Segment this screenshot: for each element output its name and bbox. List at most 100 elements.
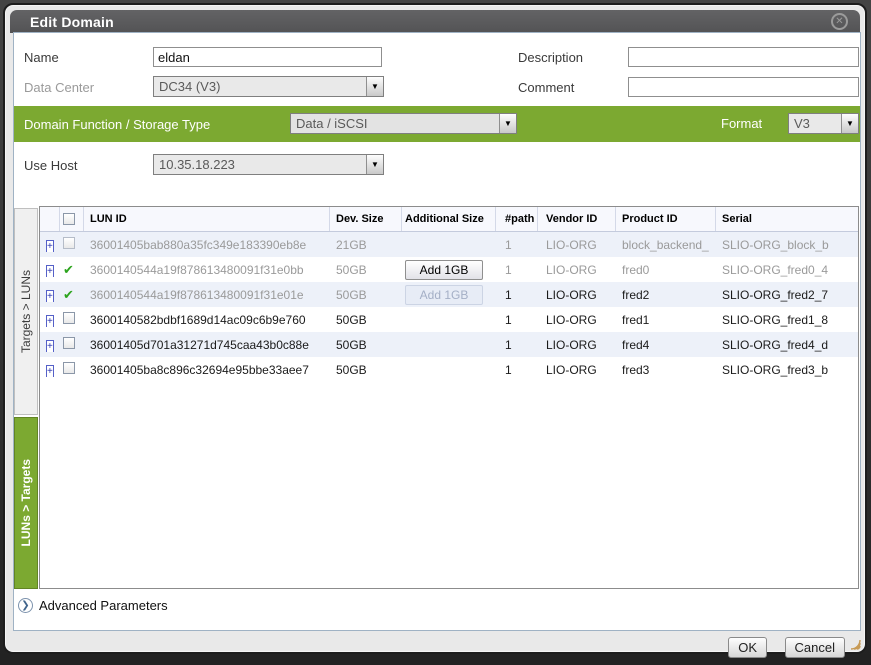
row-checkbox[interactable]: [63, 312, 75, 324]
lun-id-cell: 36001405bab880a35fc349e183390eb8e: [84, 238, 330, 252]
serial-cell: SLIO-ORG_fred3_b: [716, 363, 859, 377]
serial-cell: SLIO-ORG_fred2_7: [716, 288, 859, 302]
table-row[interactable]: + 3600140582bdbf1689d14ac09c6b9e760 50GB…: [40, 307, 858, 332]
expand-arrow-icon: ❯: [18, 598, 33, 613]
attached-check-icon: ✔: [63, 262, 74, 277]
col-dev-size: Dev. Size: [330, 207, 402, 231]
col-path: #path: [496, 207, 538, 231]
row-checkbox[interactable]: [63, 337, 75, 349]
col-product-id: Product ID: [616, 207, 716, 231]
dev-size-cell: 50GB: [330, 363, 402, 377]
vendor-cell: LIO-ORG: [538, 313, 616, 327]
lun-id-cell: 3600140544a19f878613480091f31e0bb: [84, 263, 330, 277]
serial-cell: SLIO-ORG_fred4_d: [716, 338, 859, 352]
path-cell: 1: [496, 238, 538, 252]
serial-cell: SLIO-ORG_block_b: [716, 238, 859, 252]
comment-input[interactable]: [628, 77, 859, 97]
chevron-down-icon: ▼: [366, 155, 383, 174]
lun-id-cell: 3600140544a19f878613480091f31e01e: [84, 288, 330, 302]
lun-id-cell: 36001405d701a31271d745caa43b0c88e: [84, 338, 330, 352]
close-icon[interactable]: ✕: [831, 13, 848, 30]
lun-id-cell: 3600140582bdbf1689d14ac09c6b9e760: [84, 313, 330, 327]
expand-icon[interactable]: +: [46, 340, 54, 352]
dev-size-cell: 50GB: [330, 313, 402, 327]
use-host-select[interactable]: 10.35.18.223 ▼: [153, 154, 384, 175]
chevron-down-icon: ▼: [499, 114, 516, 133]
lun-table: LUN ID Dev. Size Additional Size #path V…: [39, 206, 859, 589]
col-vendor-id: Vendor ID: [538, 207, 616, 231]
advanced-parameters-expander[interactable]: ❯ Advanced Parameters: [18, 598, 168, 613]
edit-domain-dialog: Edit Domain ✕ Name Description Data Cent…: [3, 3, 867, 654]
path-cell: 1: [496, 363, 538, 377]
table-row[interactable]: + 36001405d701a31271d745caa43b0c88e 50GB…: [40, 332, 858, 357]
domain-function-select[interactable]: Data / iSCSI ▼: [290, 113, 517, 134]
dev-size-cell: 21GB: [330, 238, 402, 252]
vendor-cell: LIO-ORG: [538, 363, 616, 377]
dialog-content-panel: Name Description Data Center DC34 (V3) ▼…: [13, 32, 861, 631]
col-lun-id: LUN ID: [84, 207, 330, 231]
ok-button[interactable]: OK: [728, 637, 767, 658]
description-label: Description: [518, 50, 583, 65]
table-row[interactable]: + ✔ 3600140544a19f878613480091f31e0bb 50…: [40, 257, 858, 282]
product-cell: block_backend_: [616, 238, 716, 252]
dev-size-cell: 50GB: [330, 288, 402, 302]
use-host-label: Use Host: [24, 158, 77, 173]
product-cell: fred4: [616, 338, 716, 352]
chevron-down-icon: ▼: [366, 77, 383, 96]
format-value: V3: [789, 116, 841, 131]
expander-column-spacer: [40, 207, 60, 231]
chevron-down-icon: ▼: [841, 114, 858, 133]
vendor-cell: LIO-ORG: [538, 263, 616, 277]
attached-check-icon: ✔: [63, 287, 74, 302]
product-cell: fred1: [616, 313, 716, 327]
screen-background: Edit Domain ✕ Name Description Data Cent…: [0, 0, 871, 665]
data-center-value: DC34 (V3): [154, 79, 366, 94]
expand-icon[interactable]: +: [46, 315, 54, 327]
table-row[interactable]: + 36001405ba8c896c32694e95bbe33aee7 50GB…: [40, 357, 858, 382]
product-cell: fred0: [616, 263, 716, 277]
cancel-button[interactable]: Cancel: [785, 637, 845, 658]
dialog-title: Edit Domain: [10, 14, 114, 30]
row-checkbox[interactable]: [63, 237, 75, 249]
tab-targets-luns[interactable]: Targets > LUNs: [14, 208, 38, 415]
name-label: Name: [24, 50, 59, 65]
add-1gb-button[interactable]: Add 1GB: [405, 260, 483, 280]
comment-label: Comment: [518, 80, 574, 95]
data-center-label: Data Center: [24, 80, 94, 95]
data-center-select[interactable]: DC34 (V3) ▼: [153, 76, 384, 97]
product-cell: fred2: [616, 288, 716, 302]
product-cell: fred3: [616, 363, 716, 377]
resize-grip-icon[interactable]: [845, 634, 861, 650]
lun-table-header: LUN ID Dev. Size Additional Size #path V…: [40, 207, 858, 232]
serial-cell: SLIO-ORG_fred0_4: [716, 263, 859, 277]
expand-icon[interactable]: +: [46, 240, 54, 252]
domain-function-value: Data / iSCSI: [291, 116, 499, 131]
domain-function-label: Domain Function / Storage Type: [14, 117, 210, 132]
vendor-cell: LIO-ORG: [538, 338, 616, 352]
dev-size-cell: 50GB: [330, 263, 402, 277]
table-row[interactable]: + ✔ 3600140544a19f878613480091f31e01e 50…: [40, 282, 858, 307]
description-input[interactable]: [628, 47, 859, 67]
row-checkbox[interactable]: [63, 362, 75, 374]
tab-luns-targets[interactable]: LUNs > Targets: [14, 417, 38, 589]
format-select[interactable]: V3 ▼: [788, 113, 859, 134]
path-cell: 1: [496, 313, 538, 327]
expand-icon[interactable]: +: [46, 290, 54, 302]
format-label: Format: [721, 116, 762, 131]
expand-icon[interactable]: +: [46, 365, 54, 377]
path-cell: 1: [496, 288, 538, 302]
select-all-checkbox[interactable]: [63, 213, 75, 225]
lun-id-cell: 36001405ba8c896c32694e95bbe33aee7: [84, 363, 330, 377]
path-cell: 1: [496, 338, 538, 352]
serial-cell: SLIO-ORG_fred1_8: [716, 313, 859, 327]
dev-size-cell: 50GB: [330, 338, 402, 352]
vendor-cell: LIO-ORG: [538, 288, 616, 302]
path-cell: 1: [496, 263, 538, 277]
name-input[interactable]: [153, 47, 382, 67]
expand-icon[interactable]: +: [46, 265, 54, 277]
vendor-cell: LIO-ORG: [538, 238, 616, 252]
col-additional-size: Additional Size: [402, 207, 496, 231]
use-host-value: 10.35.18.223: [154, 157, 366, 172]
dialog-titlebar[interactable]: Edit Domain ✕: [10, 10, 860, 33]
table-row[interactable]: + 36001405bab880a35fc349e183390eb8e 21GB…: [40, 232, 858, 257]
